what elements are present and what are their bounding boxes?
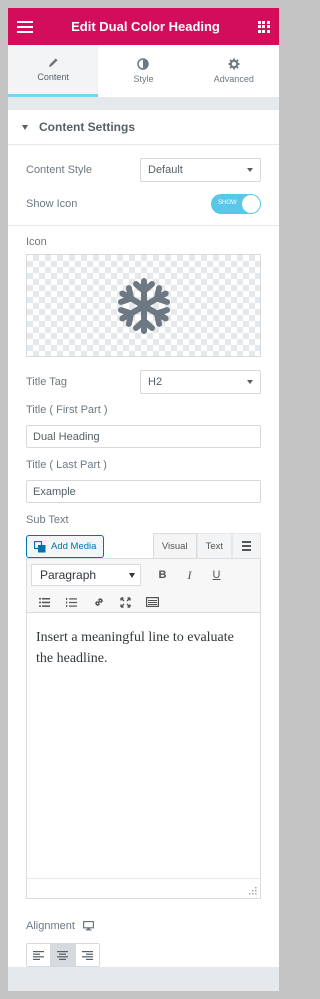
tab-content[interactable]: Content bbox=[8, 45, 99, 97]
tab-style-label: Style bbox=[133, 74, 154, 84]
section-content-settings[interactable]: Content Settings bbox=[8, 110, 279, 145]
panel-title: Edit Dual Color Heading bbox=[71, 19, 220, 34]
editor-top: Add Media Visual Text bbox=[26, 533, 261, 558]
tab-advanced-label: Advanced bbox=[213, 74, 254, 84]
caret-down-icon bbox=[22, 124, 28, 130]
toggle-text: SHOW bbox=[218, 200, 237, 206]
title-tag-select[interactable]: H2 bbox=[140, 370, 261, 394]
content-style-row: Content Style Default bbox=[26, 153, 261, 187]
tab-text[interactable]: Text bbox=[196, 533, 232, 558]
show-icon-toggle[interactable]: SHOW bbox=[211, 194, 261, 214]
format-select[interactable]: Paragraph bbox=[31, 564, 141, 586]
title-tag-label: Title Tag bbox=[26, 376, 67, 388]
tab-visual[interactable]: Visual bbox=[152, 533, 197, 558]
toggle-knob bbox=[242, 195, 260, 213]
toolbar-row-2 bbox=[31, 591, 256, 613]
add-media-button[interactable]: Add Media bbox=[26, 535, 105, 558]
database-icon[interactable] bbox=[232, 533, 261, 558]
show-icon-row: Show Icon SHOW bbox=[26, 187, 261, 221]
align-center-icon bbox=[57, 950, 69, 960]
toolbar-toggle-icon[interactable] bbox=[139, 591, 166, 613]
chevron-down-icon bbox=[129, 572, 135, 578]
alignment-row: Alignment bbox=[26, 909, 261, 943]
title-tag-row: Title Tag H2 bbox=[26, 365, 261, 399]
toolbar-row-1: Paragraph B I U bbox=[31, 564, 256, 586]
snowflake-icon bbox=[117, 277, 170, 334]
underline-button[interactable]: U bbox=[203, 564, 230, 586]
hamburger-icon[interactable] bbox=[17, 20, 33, 33]
grid-icon[interactable] bbox=[257, 20, 270, 33]
title-tag-value: H2 bbox=[148, 376, 163, 388]
align-center-button[interactable] bbox=[51, 944, 76, 966]
alignment-choices bbox=[26, 943, 100, 967]
content-style-value: Default bbox=[148, 164, 183, 176]
bold-button[interactable]: B bbox=[149, 564, 176, 586]
icon-picker[interactable] bbox=[26, 254, 261, 357]
editor-tabs: Visual Text bbox=[152, 533, 261, 558]
align-left-icon bbox=[33, 950, 45, 960]
chevron-down-icon bbox=[247, 380, 253, 384]
fullscreen-icon[interactable] bbox=[112, 591, 139, 613]
controls: Content Style Default Show Icon SHOW Ico… bbox=[8, 145, 279, 967]
content-style-label: Content Style bbox=[26, 164, 93, 176]
desktop-icon[interactable] bbox=[82, 921, 94, 931]
editor-panel: Edit Dual Color Heading Content Style Ad… bbox=[8, 8, 279, 991]
editor-statusbar bbox=[27, 878, 260, 898]
panel-header: Edit Dual Color Heading bbox=[8, 8, 279, 45]
resize-handle-icon[interactable] bbox=[249, 887, 257, 895]
align-right-button[interactable] bbox=[76, 944, 99, 966]
title-first-label: Title ( First Part ) bbox=[26, 404, 108, 416]
editor-text: Insert a meaningful line to evaluate the… bbox=[36, 630, 234, 666]
format-value: Paragraph bbox=[40, 568, 97, 582]
editor-content[interactable]: Insert a meaningful line to evaluate the… bbox=[26, 613, 261, 899]
content-style-select[interactable]: Default bbox=[140, 158, 261, 182]
tab-advanced[interactable]: Advanced bbox=[189, 45, 279, 97]
numbered-list-icon[interactable] bbox=[58, 591, 85, 613]
title-first-input[interactable]: Dual Heading bbox=[26, 425, 261, 448]
link-icon[interactable] bbox=[85, 591, 112, 613]
gear-icon bbox=[228, 58, 240, 70]
tab-content-label: Content bbox=[37, 72, 69, 82]
align-right-icon bbox=[81, 950, 93, 960]
show-icon-label: Show Icon bbox=[26, 198, 78, 210]
italic-button[interactable]: I bbox=[176, 564, 203, 586]
pencil-icon bbox=[48, 58, 58, 68]
contrast-icon bbox=[137, 58, 150, 70]
icon-label: Icon bbox=[26, 236, 47, 248]
alignment-label: Alignment bbox=[26, 920, 75, 932]
tab-style[interactable]: Style bbox=[98, 45, 188, 97]
title-last-label: Title ( Last Part ) bbox=[26, 459, 107, 471]
sub-text-label: Sub Text bbox=[26, 514, 69, 526]
panel-tabs: Content Style Advanced bbox=[8, 45, 279, 98]
bullet-list-icon[interactable] bbox=[31, 591, 58, 613]
chevron-down-icon bbox=[247, 168, 253, 172]
add-media-label: Add Media bbox=[51, 541, 97, 552]
title-last-input[interactable]: Example bbox=[26, 480, 261, 503]
editor-toolbar: Paragraph B I U bbox=[26, 558, 261, 613]
media-icon bbox=[34, 540, 46, 552]
align-left-button[interactable] bbox=[27, 944, 52, 966]
section-title: Content Settings bbox=[39, 120, 135, 134]
